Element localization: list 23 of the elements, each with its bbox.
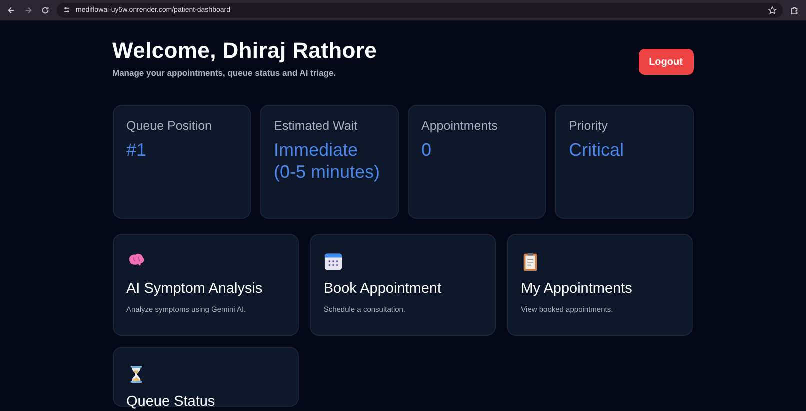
stat-value: #1 bbox=[126, 139, 148, 161]
action-title: AI Symptom Analysis bbox=[126, 281, 264, 297]
back-icon[interactable] bbox=[7, 6, 16, 14]
action-card[interactable]: Queue Status bbox=[112, 347, 299, 407]
logout-button[interactable]: Logout bbox=[638, 49, 694, 75]
action-title: My Appointments bbox=[521, 281, 634, 297]
action-title: Queue Status bbox=[126, 394, 216, 410]
site-info-icon[interactable] bbox=[63, 6, 71, 14]
stat-value: Critical bbox=[569, 139, 626, 161]
welcome-subtitle: Manage your appointments, queue status and AI triage. bbox=[112, 68, 338, 78]
reload-icon[interactable] bbox=[41, 6, 50, 14]
extensions-icon[interactable] bbox=[790, 6, 799, 14]
stat-label: Queue Position bbox=[126, 119, 213, 133]
welcome-title: Welcome, Dhiraj Rathore bbox=[112, 38, 378, 64]
stat-label: Appointments bbox=[422, 119, 499, 133]
calendar-icon bbox=[324, 252, 343, 271]
stat-label: Estimated Wait bbox=[274, 119, 359, 133]
stat-value: 0 bbox=[422, 139, 433, 161]
action-title: Book Appointment bbox=[324, 281, 443, 297]
stat-value: Immediate (0-5 minutes) bbox=[274, 139, 382, 183]
forward-icon[interactable] bbox=[24, 6, 33, 14]
stat-label: Priority bbox=[569, 119, 609, 133]
star-icon[interactable] bbox=[768, 6, 777, 14]
